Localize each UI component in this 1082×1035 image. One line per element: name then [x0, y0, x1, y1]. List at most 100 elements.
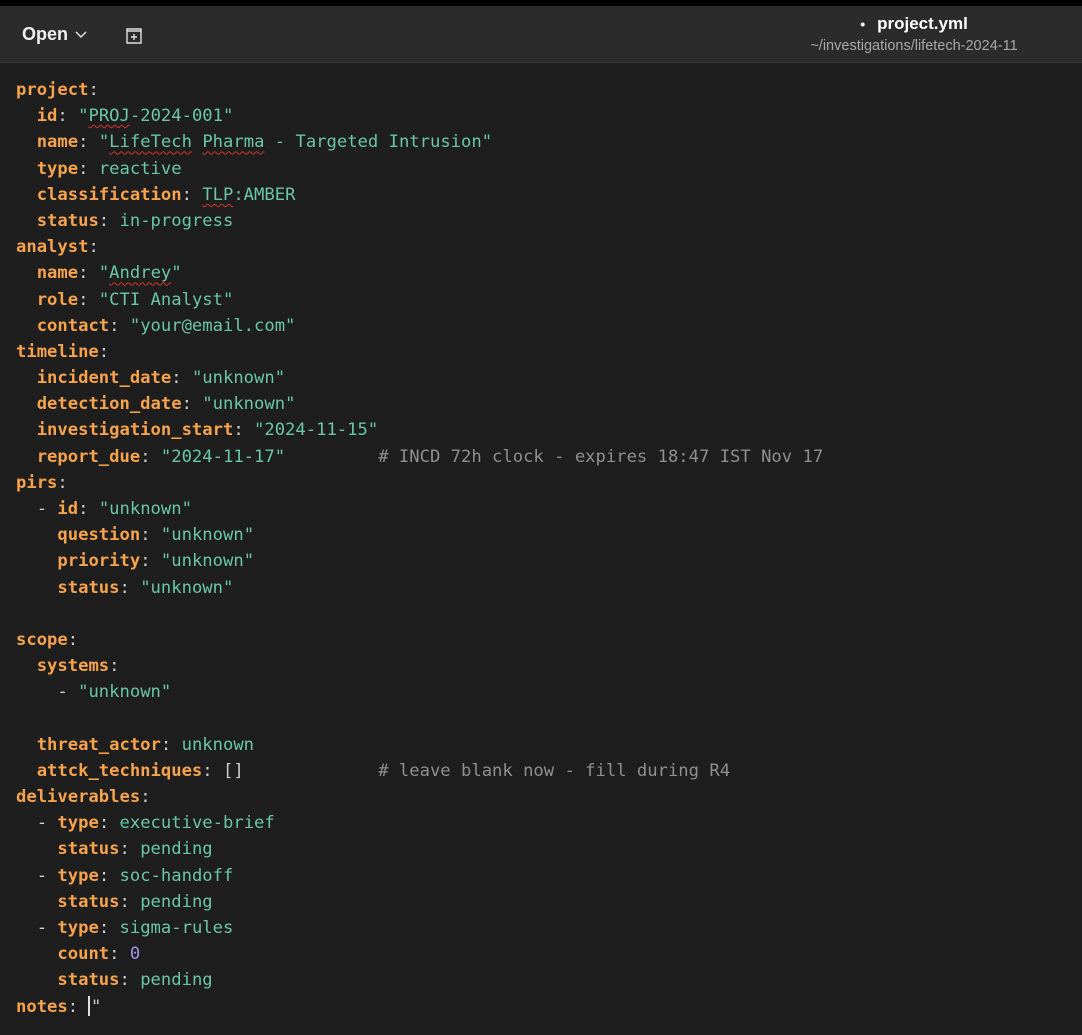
- code-line: - "unknown": [57, 682, 172, 703]
- code-line: report_due: "2024-11-17" # INCD 72h cloc…: [36, 446, 824, 467]
- chevron-down-icon: [75, 31, 87, 39]
- spell-error: LifeTech: [109, 132, 192, 153]
- code-line: status: pending: [57, 970, 213, 991]
- yaml-key: status: [57, 970, 120, 991]
- yaml-value: sigma-rules: [119, 918, 234, 938]
- code-line: - id: "unknown": [36, 499, 192, 519]
- code-line: project:: [16, 80, 99, 100]
- text-editor[interactable]: project: id: "PROJ-2024-001" name: "Life…: [0, 63, 1082, 1020]
- yaml-key: question: [57, 525, 141, 546]
- yaml-value: "unknown": [191, 368, 286, 389]
- yaml-value: "unknown": [202, 394, 296, 415]
- code-line: role: "CTI Analyst": [36, 289, 234, 310]
- yaml-value: executive-brief: [119, 813, 275, 834]
- yaml-key: count: [57, 944, 110, 965]
- yaml-value: "unknown": [160, 525, 255, 546]
- yaml-key: detection_date: [36, 394, 182, 415]
- yaml-key: type: [57, 918, 99, 938]
- yaml-key: name: [36, 263, 79, 284]
- yaml-key: type: [57, 813, 99, 834]
- yaml-key: type: [36, 158, 79, 179]
- yaml-value: 0: [129, 944, 141, 965]
- yaml-key: threat_actor: [36, 734, 161, 755]
- spell-error: TLP: [202, 184, 234, 205]
- yaml-key: status: [36, 210, 99, 231]
- new-tab-icon: [126, 28, 142, 44]
- code-line: analyst:: [16, 237, 99, 258]
- yaml-key: notes: [16, 996, 68, 1017]
- code-line: count: 0: [57, 944, 141, 965]
- yaml-value: in-progress: [119, 210, 234, 231]
- yaml-value: "unknown": [78, 682, 172, 703]
- spell-error: Andrey: [109, 263, 172, 284]
- yaml-value: pending: [140, 839, 213, 860]
- yaml-key: contact: [36, 315, 110, 336]
- yaml-value: -2024-001": [129, 106, 234, 127]
- yaml-key: pirs: [16, 472, 58, 493]
- code-line: name: "LifeTech Pharma - Targeted Intrus…: [36, 132, 493, 153]
- yaml-value: "2024-11-15": [254, 420, 379, 441]
- yaml-key: id: [36, 106, 58, 127]
- code-line: pirs:: [16, 472, 68, 493]
- code-line: status: pending: [57, 891, 213, 912]
- code-line: id: "PROJ-2024-001": [36, 106, 234, 127]
- spell-error: PROJ: [88, 106, 130, 127]
- code-line: attck_techniques: [] # leave blank now -…: [36, 760, 731, 781]
- yaml-value: "2024-11-17": [160, 446, 286, 467]
- code-line: type: reactive: [36, 158, 182, 179]
- open-button[interactable]: Open: [12, 18, 98, 50]
- text-cursor: [88, 995, 90, 1016]
- yaml-comment: # INCD 72h clock - expires 18:47 IST Nov…: [378, 446, 824, 467]
- yaml-value: "CTI Analyst": [98, 289, 234, 310]
- open-button-label: Open: [22, 23, 69, 44]
- yaml-key: id: [57, 499, 79, 519]
- code-line: - type: executive-brief: [36, 813, 275, 834]
- yaml-key: status: [57, 839, 120, 860]
- code-line: status: pending: [57, 839, 213, 860]
- yaml-value: "unknown": [160, 551, 255, 572]
- code-line: detection_date: "unknown": [36, 394, 296, 415]
- yaml-key: priority: [57, 551, 141, 572]
- code-line: incident_date: "unknown": [36, 368, 286, 389]
- code-line: deliverables:: [16, 787, 151, 808]
- yaml-key: type: [57, 865, 99, 886]
- code-line: classification: TLP:AMBER: [36, 184, 296, 205]
- yaml-value: pending: [140, 970, 213, 991]
- code-line: timeline:: [16, 341, 110, 362]
- code-line: investigation_start: "2024-11-15": [36, 420, 379, 441]
- yaml-key: status: [57, 577, 120, 598]
- code-line: question: "unknown": [57, 525, 255, 546]
- file-path: ~/investigations/lifetech-2024-11: [810, 38, 1018, 54]
- yaml-key: attck_techniques: [36, 760, 203, 781]
- code-line: priority: "unknown": [57, 551, 255, 572]
- document-title: • project.yml ~/investigations/lifetech-…: [794, 14, 1034, 54]
- code-line: scope:: [16, 629, 79, 650]
- yaml-value: []: [222, 760, 244, 781]
- yaml-key: classification: [36, 184, 182, 205]
- yaml-comment: # leave blank now - fill during R4: [378, 760, 731, 781]
- yaml-key: scope: [16, 629, 68, 650]
- yaml-key: deliverables: [16, 787, 141, 808]
- yaml-key: investigation_start: [36, 420, 234, 441]
- yaml-key: status: [57, 891, 120, 912]
- yaml-value: "your@email.com": [129, 315, 296, 336]
- code-line: - type: soc-handoff: [36, 865, 234, 886]
- yaml-key: role: [36, 289, 79, 310]
- code-line: status: "unknown": [57, 577, 234, 598]
- file-name: project.yml: [877, 14, 968, 33]
- yaml-key: project: [16, 80, 89, 100]
- yaml-value: reactive: [98, 158, 182, 179]
- header-bar: Open • project.yml ~/investigations/life…: [0, 6, 1082, 63]
- yaml-value: soc-handoff: [119, 865, 234, 886]
- code-line: systems:: [36, 656, 120, 677]
- yaml-key: name: [36, 132, 79, 153]
- yaml-key: report_due: [36, 446, 141, 467]
- yaml-key: incident_date: [36, 368, 172, 389]
- code-line: name: "Andrey": [36, 263, 182, 284]
- code-line: notes: ": [16, 995, 102, 1017]
- code-line: contact: "your@email.com": [36, 315, 296, 336]
- yaml-key: analyst: [16, 237, 89, 258]
- new-tab-button[interactable]: [118, 20, 150, 52]
